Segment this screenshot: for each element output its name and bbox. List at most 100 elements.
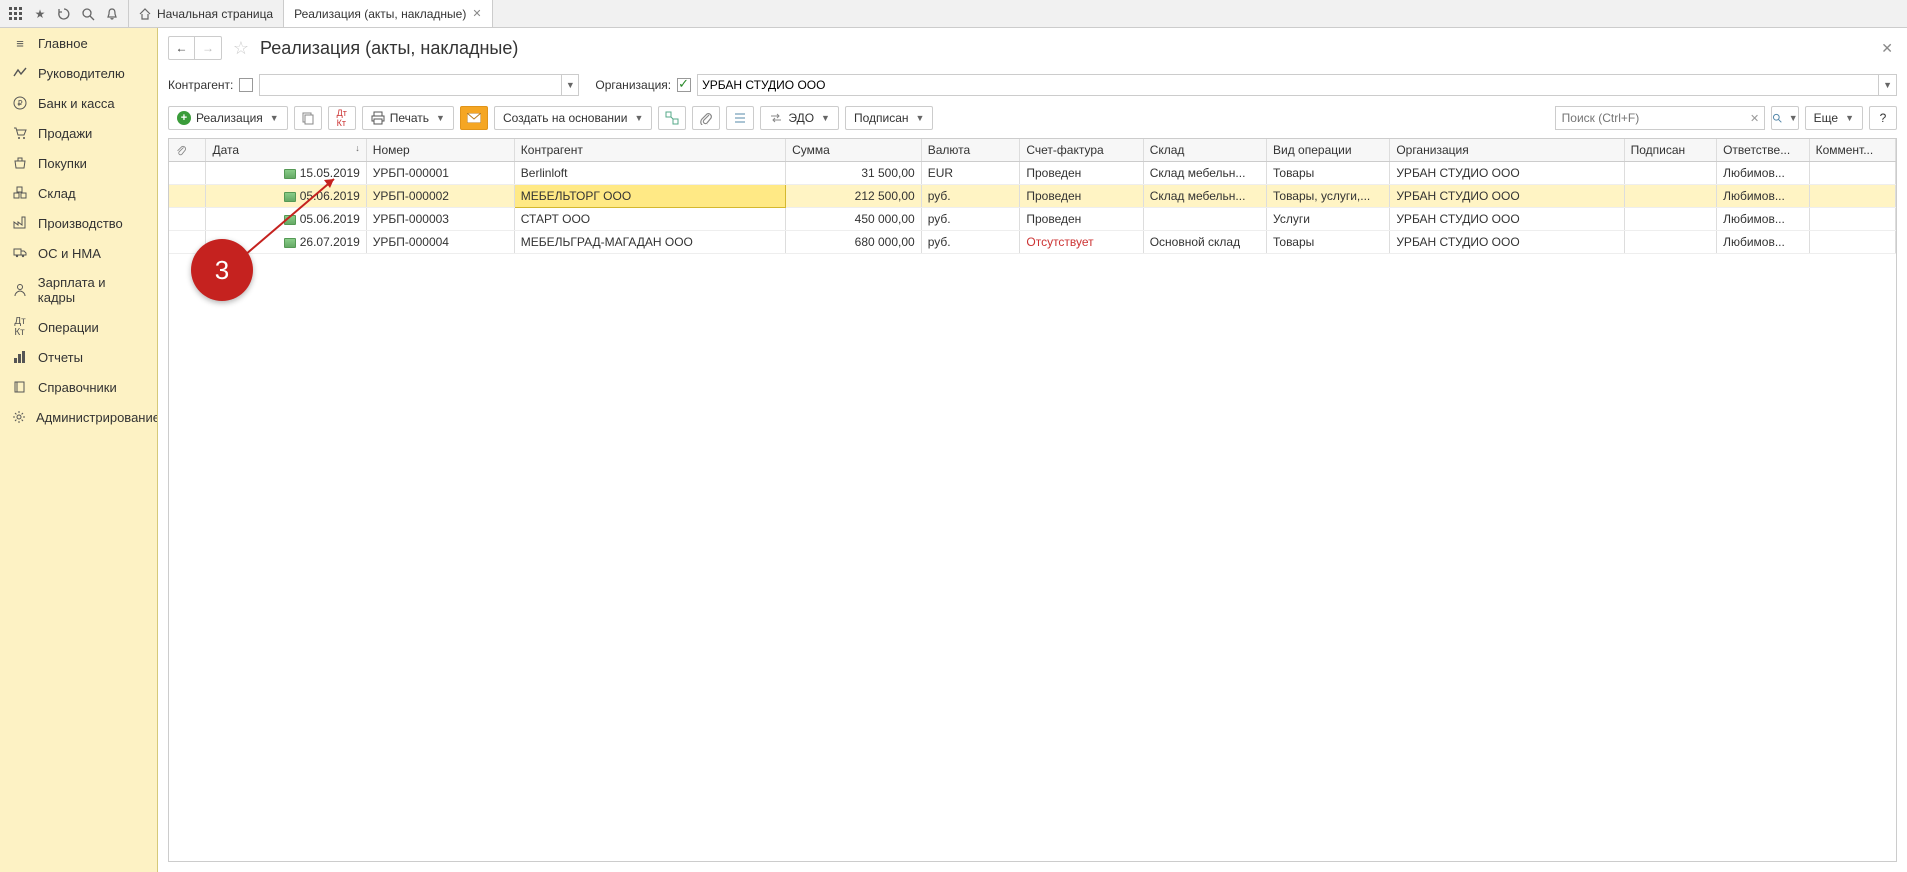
star-icon[interactable]: ★ <box>28 2 52 26</box>
sidebar-item-bank[interactable]: ₽Банк и касса <box>0 88 157 118</box>
more-button[interactable]: Еще▼ <box>1805 106 1863 130</box>
table-cell[interactable]: 212 500,00 <box>786 185 922 208</box>
edo-button[interactable]: ЭДО▼ <box>760 106 839 130</box>
table-cell[interactable]: руб. <box>921 208 1020 231</box>
table-cell[interactable] <box>169 208 206 231</box>
table-cell[interactable] <box>1624 208 1716 231</box>
favorite-star-icon[interactable]: ☆ <box>230 37 252 59</box>
tab-home[interactable]: Начальная страница <box>129 0 284 27</box>
table-cell[interactable] <box>1809 231 1895 254</box>
tab-current[interactable]: Реализация (акты, накладные) ✕ <box>284 0 492 27</box>
table-cell[interactable]: УРБАН СТУДИО ООО <box>1390 162 1624 185</box>
table-cell[interactable]: Основной склад <box>1143 231 1266 254</box>
org-input[interactable] <box>698 75 1878 95</box>
search-input[interactable] <box>1556 111 1746 125</box>
table-cell[interactable] <box>1624 231 1716 254</box>
column-header[interactable]: Счет-фактура <box>1020 139 1143 162</box>
org-combo[interactable]: ▼ <box>697 74 1897 96</box>
table-cell[interactable] <box>1809 208 1895 231</box>
related-button[interactable] <box>658 106 686 130</box>
table-cell[interactable] <box>169 185 206 208</box>
sidebar-item-assets[interactable]: ОС и НМА <box>0 238 157 268</box>
sidebar-item-main[interactable]: ≡Главное <box>0 28 157 58</box>
table-cell[interactable] <box>1624 185 1716 208</box>
contragent-checkbox[interactable] <box>239 78 253 92</box>
envelope-button[interactable] <box>460 106 488 130</box>
column-header[interactable]: Подписан <box>1624 139 1716 162</box>
sidebar-item-warehouse[interactable]: Склад <box>0 178 157 208</box>
column-header[interactable]: Валюта <box>921 139 1020 162</box>
table-cell[interactable]: 31 500,00 <box>786 162 922 185</box>
contragent-input[interactable] <box>260 75 561 95</box>
table-cell[interactable]: Товары <box>1267 162 1390 185</box>
table-cell[interactable]: Проведен <box>1020 185 1143 208</box>
table-cell[interactable]: EUR <box>921 162 1020 185</box>
table-cell[interactable]: Любимов... <box>1717 231 1809 254</box>
table-cell[interactable] <box>1143 208 1266 231</box>
contragent-combo[interactable]: ▼ <box>259 74 579 96</box>
bell-icon[interactable] <box>100 2 124 26</box>
table-cell[interactable]: УРБП-000002 <box>366 185 514 208</box>
table-row[interactable]: 05.06.2019УРБП-000003СТАРТ ООО450 000,00… <box>169 208 1896 231</box>
table-cell[interactable] <box>1624 162 1716 185</box>
signed-button[interactable]: Подписан▼ <box>845 106 933 130</box>
chevron-down-icon[interactable]: ▼ <box>561 75 578 95</box>
apps-icon[interactable] <box>4 2 28 26</box>
column-header[interactable] <box>169 139 206 162</box>
sidebar-item-ops[interactable]: ДтКтОперации <box>0 312 157 342</box>
table-cell[interactable]: МЕБЕЛЬТОРГ ООО <box>514 185 785 208</box>
close-icon[interactable]: ✕ <box>472 7 481 20</box>
table-cell[interactable]: руб. <box>921 231 1020 254</box>
table-cell[interactable]: Любимов... <box>1717 162 1809 185</box>
table-cell[interactable]: Проведен <box>1020 162 1143 185</box>
realization-button[interactable]: +Реализация▼ <box>168 106 288 130</box>
table-cell[interactable]: Склад мебельн... <box>1143 162 1266 185</box>
attach-button[interactable] <box>692 106 720 130</box>
table-cell[interactable]: Услуги <box>1267 208 1390 231</box>
column-header[interactable]: Вид операции <box>1267 139 1390 162</box>
sidebar-item-purchases[interactable]: Покупки <box>0 148 157 178</box>
search-icon[interactable] <box>76 2 100 26</box>
table-cell[interactable]: УРБП-000004 <box>366 231 514 254</box>
search-button[interactable]: ▼ <box>1771 106 1799 130</box>
clear-icon[interactable]: ✕ <box>1746 112 1764 125</box>
column-header[interactable]: Ответстве... <box>1717 139 1809 162</box>
sidebar-item-reports[interactable]: Отчеты <box>0 342 157 372</box>
table-cell[interactable]: Отсутствует <box>1020 231 1143 254</box>
table-cell[interactable] <box>169 162 206 185</box>
column-header[interactable]: Коммент... <box>1809 139 1895 162</box>
table-row[interactable]: 05.06.2019УРБП-000002МЕБЕЛЬТОРГ ООО212 5… <box>169 185 1896 208</box>
table-cell[interactable]: Склад мебельн... <box>1143 185 1266 208</box>
sidebar-item-hr[interactable]: Зарплата и кадры <box>0 268 157 312</box>
table-cell[interactable]: УРБАН СТУДИО ООО <box>1390 231 1624 254</box>
table-cell[interactable]: СТАРТ ООО <box>514 208 785 231</box>
table-row[interactable]: 26.07.2019УРБП-000004МЕБЕЛЬГРАД-МАГАДАН … <box>169 231 1896 254</box>
table-cell[interactable]: руб. <box>921 185 1020 208</box>
table-cell[interactable]: Любимов... <box>1717 208 1809 231</box>
table-cell[interactable]: Berlinloft <box>514 162 785 185</box>
copy-button[interactable] <box>294 106 322 130</box>
column-header[interactable]: Дата↓ <box>206 139 366 162</box>
forward-button[interactable]: → <box>195 37 221 59</box>
table-row[interactable]: 15.05.2019УРБП-000001Berlinloft31 500,00… <box>169 162 1896 185</box>
table-cell[interactable]: Товары <box>1267 231 1390 254</box>
table-cell[interactable] <box>1809 162 1895 185</box>
sidebar-item-refs[interactable]: Справочники <box>0 372 157 402</box>
org-checkbox[interactable] <box>677 78 691 92</box>
dtkt-button[interactable]: ДтКт <box>328 106 356 130</box>
sidebar-item-sales[interactable]: Продажи <box>0 118 157 148</box>
search-box[interactable]: ✕ <box>1555 106 1765 130</box>
table-cell[interactable]: Товары, услуги,... <box>1267 185 1390 208</box>
sidebar-item-manager[interactable]: Руководителю <box>0 58 157 88</box>
column-header[interactable]: Склад <box>1143 139 1266 162</box>
table-cell[interactable]: 450 000,00 <box>786 208 922 231</box>
column-header[interactable]: Сумма <box>786 139 922 162</box>
column-header[interactable]: Номер <box>366 139 514 162</box>
column-header[interactable]: Контрагент <box>514 139 785 162</box>
column-header[interactable]: Организация <box>1390 139 1624 162</box>
help-button[interactable]: ? <box>1869 106 1897 130</box>
table-cell[interactable]: Любимов... <box>1717 185 1809 208</box>
table-cell[interactable]: МЕБЕЛЬГРАД-МАГАДАН ООО <box>514 231 785 254</box>
create-based-button[interactable]: Создать на основании▼ <box>494 106 652 130</box>
history-icon[interactable] <box>52 2 76 26</box>
